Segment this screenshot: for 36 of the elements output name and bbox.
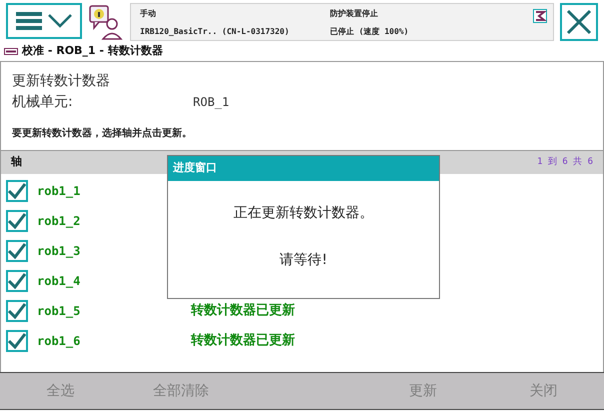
checkbox[interactable]	[6, 270, 28, 292]
menu-button[interactable]	[6, 3, 82, 39]
checkbox[interactable]	[6, 240, 28, 262]
system-name: IRB120_BasicTr.. (CN-L-0317320)	[140, 26, 290, 38]
status-icon[interactable]	[533, 9, 547, 23]
axis-name: rob1_4	[37, 273, 82, 290]
checkbox[interactable]	[6, 210, 28, 232]
run-status: 已停止 (速度 100%)	[330, 26, 409, 38]
dialog-title: 进度窗口	[168, 156, 439, 181]
axis-name: rob1_6	[37, 333, 82, 350]
mechanical-unit-label: 机械单元:	[12, 92, 74, 112]
progress-message: 正在更新转数计数器。	[232, 204, 374, 223]
safety-status: 防护装置停止	[330, 8, 378, 20]
menu-icon	[16, 11, 42, 31]
mechanical-unit-value: ROB_1	[193, 94, 230, 111]
close-button[interactable]	[560, 3, 598, 41]
wait-message: 请等待!	[278, 251, 328, 270]
page-counter: 1 到 6 共 6	[537, 156, 593, 169]
axis-status: 转数计数器已更新	[191, 302, 295, 320]
checkbox[interactable]	[6, 180, 28, 202]
axis-name: rob1_1	[37, 183, 82, 200]
close-icon	[566, 9, 592, 35]
checkbox[interactable]	[6, 330, 28, 352]
operating-mode: 手动	[140, 8, 156, 20]
instruction-text: 要更新转数计数器，选择轴并点击更新。	[12, 126, 193, 141]
axis-status: 转数计数器已更新	[191, 332, 295, 350]
column-header: 轴	[11, 154, 22, 170]
page-heading: 更新转数计数器	[12, 72, 111, 90]
info-person-icon[interactable]	[88, 4, 124, 40]
keyboard-icon	[4, 48, 18, 55]
chevron-down-icon	[48, 14, 72, 28]
axis-name: rob1_5	[37, 303, 82, 320]
axis-name: rob1_2	[37, 213, 82, 230]
breadcrumb-title: 校准 - ROB_1 - 转数计数器	[22, 43, 163, 60]
axis-name: rob1_3	[37, 243, 82, 260]
checkbox[interactable]	[6, 300, 28, 322]
